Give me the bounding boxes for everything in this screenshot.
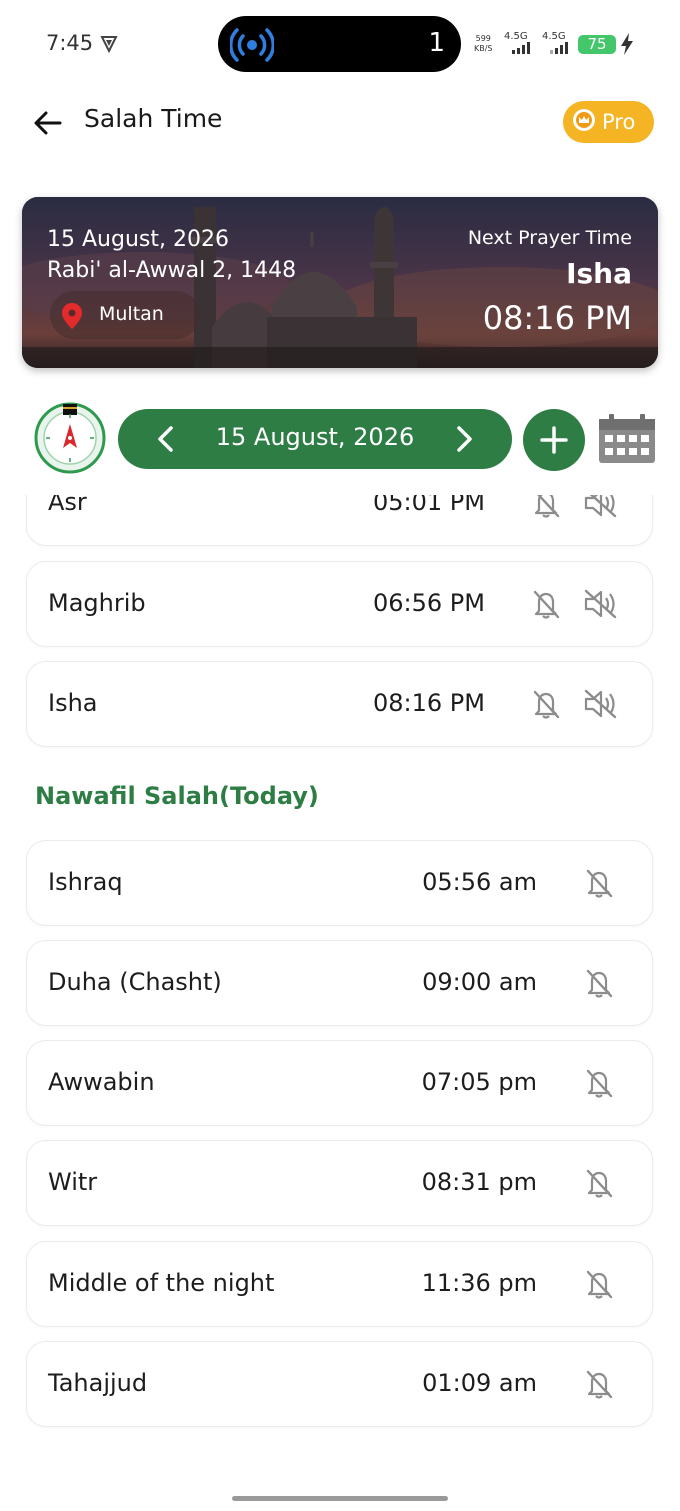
bell-off-icon[interactable] <box>584 1368 614 1404</box>
nawafil-card-witr[interactable]: Witr 08:31 pm <box>26 1140 653 1226</box>
prayer-name: Middle of the night <box>48 1269 275 1297</box>
status-bar: 7:45 1 599 KB/S 4.5G 4.5G 75 <box>0 0 680 90</box>
nawafil-card-ishraq[interactable]: Ishraq 05:56 am <box>26 840 653 926</box>
chevron-right-icon[interactable] <box>456 425 474 457</box>
bell-off-icon[interactable] <box>584 1067 614 1103</box>
prayer-time: 08:16 PM <box>373 689 485 717</box>
prayer-name: Witr <box>48 1168 98 1196</box>
location-chip[interactable]: Multan <box>50 291 200 339</box>
prayer-time: 06:56 PM <box>373 589 485 617</box>
pro-button[interactable]: Pro <box>563 101 654 143</box>
charging-icon <box>620 33 634 59</box>
prayer-card-maghrib[interactable]: Maghrib 06:56 PM <box>26 561 653 647</box>
gregorian-date: 15 August, 2026 <box>47 227 229 252</box>
date-selector: 15 August, 2026 <box>118 409 512 469</box>
prayer-time: 07:05 pm <box>421 1068 537 1096</box>
compass-qibla-icon[interactable] <box>34 402 106 474</box>
speaker-off-icon[interactable] <box>583 588 619 624</box>
sim2-signal: 4.5G <box>542 31 570 54</box>
location-pin-icon <box>62 303 82 333</box>
prayer-time: 09:00 am <box>422 968 537 996</box>
location-name: Multan <box>99 303 164 325</box>
bell-off-icon[interactable] <box>584 867 614 903</box>
bell-off-icon[interactable] <box>584 1167 614 1203</box>
home-indicator[interactable] <box>232 1496 448 1501</box>
notification-count: 1 <box>428 28 445 58</box>
hijri-date: Rabi' al-Awwal 2, 1448 <box>47 258 297 283</box>
next-prayer-label: Next Prayer Time <box>467 227 632 249</box>
status-time: 7:45 <box>46 31 94 55</box>
bell-off-icon[interactable] <box>531 688 561 724</box>
next-prayer-banner: 15 August, 2026 Rabi' al-Awwal 2, 1448 M… <box>22 197 658 368</box>
prayer-time: 11:36 pm <box>421 1269 537 1297</box>
next-prayer-time: 08:16 PM <box>482 299 632 337</box>
prayer-name: Maghrib <box>48 589 146 617</box>
page-title: Salah Time <box>84 104 223 133</box>
sim1-signal: 4.5G <box>504 31 532 54</box>
plus-icon <box>540 426 568 454</box>
prayer-list[interactable]: Asr 05:01 PM Maghrib 06:56 PM Isha 08:16… <box>0 495 680 1495</box>
prayer-name: Awwabin <box>48 1068 155 1096</box>
speaker-off-icon[interactable] <box>583 688 619 724</box>
crown-icon <box>572 108 596 136</box>
nawafil-card-awwabin[interactable]: Awwabin 07:05 pm <box>26 1040 653 1126</box>
battery-indicator: 75 <box>578 35 616 54</box>
prayer-time: 05:56 am <box>422 868 537 896</box>
nawafil-heading: Nawafil Salah(Today) <box>35 782 319 810</box>
prayer-card-isha[interactable]: Isha 08:16 PM <box>26 661 653 747</box>
prayer-name: Ishraq <box>48 868 123 896</box>
prayer-name: Isha <box>48 689 98 717</box>
prayer-name: Asr <box>48 495 87 516</box>
bell-off-icon[interactable] <box>531 588 561 624</box>
speaker-off-icon[interactable] <box>583 495 619 523</box>
net-speed: 599 KB/S <box>474 34 493 53</box>
vpn-icon <box>100 35 118 57</box>
prayer-time: 08:31 pm <box>421 1168 537 1196</box>
pro-label: Pro <box>602 110 636 134</box>
bell-off-icon[interactable] <box>584 1268 614 1304</box>
selected-date[interactable]: 15 August, 2026 <box>118 423 512 451</box>
bell-off-icon[interactable] <box>531 495 561 523</box>
next-prayer-name: Isha <box>566 257 632 290</box>
cast-icon <box>229 26 275 68</box>
prayer-time: 05:01 PM <box>373 495 485 516</box>
prayer-name: Tahajjud <box>48 1369 148 1397</box>
prayer-card-asr[interactable]: Asr 05:01 PM <box>26 495 653 546</box>
back-arrow-icon[interactable] <box>32 107 64 139</box>
prayer-name: Duha (Chasht) <box>48 968 222 996</box>
calendar-icon[interactable] <box>597 413 657 469</box>
bell-off-icon[interactable] <box>584 967 614 1003</box>
nawafil-card-middle-of-night[interactable]: Middle of the night 11:36 pm <box>26 1241 653 1327</box>
prayer-time: 01:09 am <box>422 1369 537 1397</box>
nawafil-card-duha[interactable]: Duha (Chasht) 09:00 am <box>26 940 653 1026</box>
add-button[interactable] <box>523 409 585 471</box>
nawafil-card-tahajjud[interactable]: Tahajjud 01:09 am <box>26 1341 653 1427</box>
